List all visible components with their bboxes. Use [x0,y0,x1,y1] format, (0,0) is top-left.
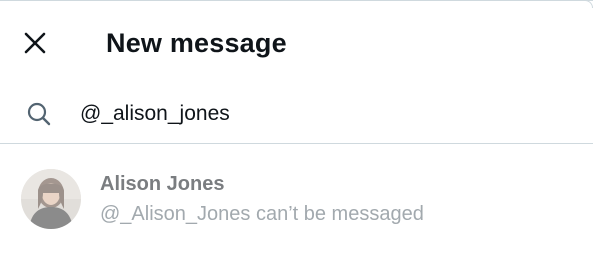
avatar [21,169,81,229]
close-button[interactable] [16,24,54,62]
modal-header: New message [0,0,593,84]
result-status: @_Alison_Jones can’t be messaged [100,203,424,225]
search-input[interactable] [80,99,560,129]
list-item[interactable]: Alison Jones @_Alison_Jones can’t be mes… [0,144,593,254]
result-name: Alison Jones [100,173,225,195]
search-icon [27,102,51,126]
close-icon [24,32,46,54]
search-row [0,86,593,143]
page-title: New message [106,28,287,58]
